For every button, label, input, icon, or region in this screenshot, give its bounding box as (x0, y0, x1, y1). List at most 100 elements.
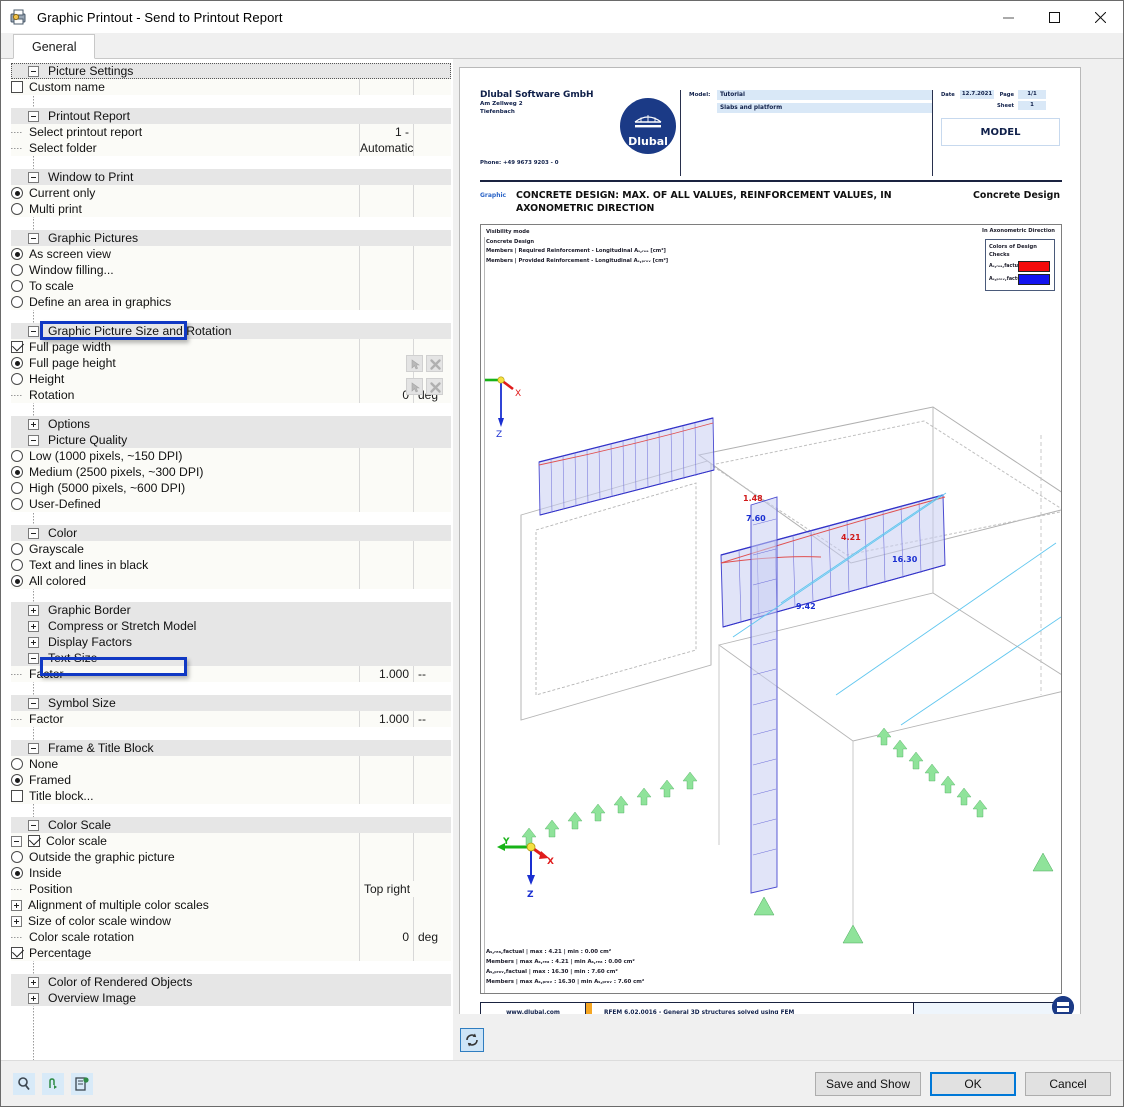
radio-current-only[interactable] (11, 187, 23, 199)
tree-group-text-size[interactable]: Text Size (11, 650, 451, 666)
checkbox-custom-name[interactable] (11, 81, 23, 93)
collapse-icon[interactable] (28, 232, 39, 244)
tree-row[interactable]: Grayscale (11, 541, 451, 557)
tree-row-value[interactable]: 1.000 (359, 666, 413, 682)
radio-none[interactable] (11, 758, 23, 770)
expand-icon[interactable] (28, 636, 39, 648)
tree-row-value[interactable] (359, 294, 413, 310)
refresh-preview-button[interactable] (460, 1028, 484, 1052)
expand-icon[interactable] (11, 899, 22, 911)
radio-to-scale[interactable] (11, 280, 23, 292)
radio-inside[interactable] (11, 867, 23, 879)
expand-icon[interactable] (28, 976, 39, 988)
tree-row[interactable]: Color scale (11, 833, 451, 849)
radio-high-5000-pixels-600-dpi[interactable] (11, 482, 23, 494)
tree-group-printout-report[interactable]: Printout Report (11, 108, 451, 124)
tree-group-symbol-size[interactable]: Symbol Size (11, 695, 451, 711)
tree-row-value[interactable]: 1 - (359, 124, 413, 140)
tree-row-value[interactable] (359, 339, 413, 355)
collapse-icon[interactable] (28, 697, 39, 709)
tree-row-value[interactable]: Automatic (359, 140, 413, 156)
collapse-icon[interactable] (28, 434, 39, 446)
tree-group-graphic-pictures[interactable]: Graphic Pictures (11, 230, 451, 246)
settings-tree[interactable]: Picture Settings Custom name Printout Repo… (11, 63, 451, 1060)
tree-row-value[interactable] (359, 913, 413, 929)
tree-row-value[interactable] (359, 945, 413, 961)
tree-row-value[interactable]: Top right (359, 881, 451, 897)
radio-as-screen-view[interactable] (11, 248, 23, 260)
tree-row-value[interactable] (359, 788, 413, 804)
collapse-icon[interactable] (28, 65, 39, 77)
radio-framed[interactable] (11, 774, 23, 786)
collapse-icon[interactable] (28, 110, 39, 122)
tree-row[interactable]: High (5000 pixels, ~600 DPI) (11, 480, 451, 496)
expand-icon[interactable] (28, 620, 39, 632)
tree-row[interactable]: Select printout report 1 - (11, 124, 451, 140)
collapse-icon[interactable] (28, 527, 39, 539)
tree-row-value[interactable] (359, 201, 413, 217)
minimize-button[interactable] (985, 1, 1031, 33)
tree-row[interactable]: Height (11, 371, 451, 387)
radio-user-defined[interactable] (11, 498, 23, 510)
tree-row[interactable]: Factor 1.000 -- (11, 666, 451, 682)
collapse-icon[interactable] (28, 325, 39, 337)
delete-graphic-button-2[interactable] (426, 378, 443, 395)
tree-row[interactable]: Position Top right (11, 881, 451, 897)
tree-row-value[interactable] (359, 278, 413, 294)
collapse-icon[interactable] (28, 171, 39, 183)
expand-icon[interactable] (11, 915, 22, 927)
tree-group-options[interactable]: Options (11, 416, 451, 432)
pick-graphic-button-1[interactable] (406, 355, 423, 372)
tree-row[interactable]: Alignment of multiple color scales (11, 897, 451, 913)
tree-row-value[interactable] (359, 833, 413, 849)
tree-row-value[interactable] (359, 865, 413, 881)
expand-icon[interactable] (28, 418, 39, 430)
tree-row-value[interactable] (359, 448, 413, 464)
cancel-button[interactable]: Cancel (1025, 1071, 1111, 1096)
tree-row[interactable]: None (11, 756, 451, 772)
tree-row[interactable]: Define an area in graphics (11, 294, 451, 310)
tree-row[interactable]: Full page width (11, 339, 451, 355)
ok-button[interactable]: OK (930, 1071, 1016, 1096)
collapse-icon[interactable] (28, 742, 39, 754)
radio-grayscale[interactable] (11, 543, 23, 555)
radio-full-page-height[interactable] (11, 357, 23, 369)
tree-group-frame-and-title-block[interactable]: Frame & Title Block (11, 740, 451, 756)
tree-row[interactable]: Full page height (11, 355, 451, 371)
tree-row[interactable]: Text and lines in black (11, 557, 451, 573)
tree-row[interactable]: Select folder Automatic (11, 140, 451, 156)
tree-row-value[interactable] (359, 371, 413, 387)
checkbox-full-page-width[interactable] (11, 341, 23, 353)
tree-row-value[interactable] (359, 496, 413, 512)
radio-all-colored[interactable] (11, 575, 23, 587)
tree-row[interactable]: User-Defined (11, 496, 451, 512)
tree-row[interactable]: Size of color scale window (11, 913, 451, 929)
preview-scroll-area[interactable]: Dlubal Software GmbH Am Zellweg 2 Tiefen… (453, 63, 1123, 1014)
tree-row[interactable]: Color scale rotation 0 deg (11, 929, 451, 945)
tree-row-value[interactable] (359, 573, 413, 589)
radio-text-and-lines-in-black[interactable] (11, 559, 23, 571)
tree-row-value[interactable]: 0 (359, 929, 413, 945)
radio-define-an-area-in-graphics[interactable] (11, 296, 23, 308)
tree-group-color[interactable]: Color (11, 525, 451, 541)
zoom-tool-icon[interactable] (13, 1072, 35, 1095)
expand-icon[interactable] (28, 604, 39, 616)
maximize-button[interactable] (1031, 1, 1077, 33)
tree-group-color-of-rendered-objects[interactable]: Color of Rendered Objects (11, 974, 451, 990)
tree-row[interactable]: All colored (11, 573, 451, 589)
checkbox-percentage[interactable] (11, 947, 23, 959)
close-button[interactable] (1077, 1, 1123, 33)
tab-general[interactable]: General (13, 34, 96, 59)
tree-group-overview-image[interactable]: Overview Image (11, 990, 451, 1006)
tree-row[interactable]: Low (1000 pixels, ~150 DPI) (11, 448, 451, 464)
collapse-icon[interactable] (28, 652, 39, 664)
tree-row[interactable]: Framed (11, 772, 451, 788)
radio-medium-2500-pixels-300-dpi[interactable] (11, 466, 23, 478)
tree-group-graphic-border[interactable]: Graphic Border (11, 602, 451, 618)
collapse-icon[interactable] (11, 835, 22, 847)
tree-row-value[interactable] (359, 246, 413, 262)
tree-group-picture-settings[interactable]: Picture Settings (11, 63, 451, 79)
tree-row[interactable]: Custom name (11, 79, 451, 95)
save-and-show-button[interactable]: Save and Show (814, 1071, 921, 1096)
tree-group-window-to-print[interactable]: Window to Print (11, 169, 451, 185)
